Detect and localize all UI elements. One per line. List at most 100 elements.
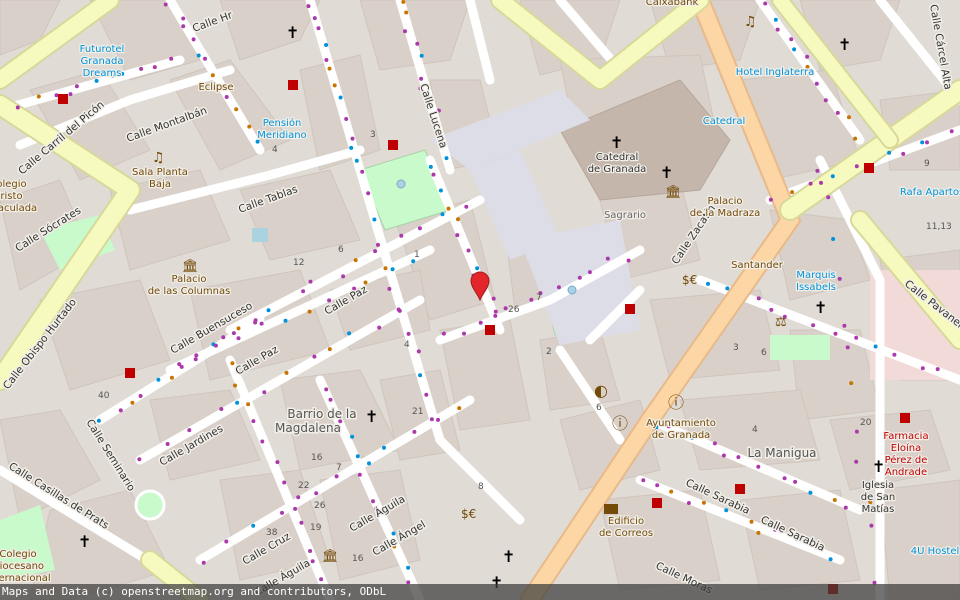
poi-dot bbox=[377, 325, 382, 330]
map-canvas[interactable]: Barrio de la Magdalena La Manigua Calle … bbox=[0, 0, 960, 600]
svg-text:de Granada: de Granada bbox=[588, 164, 647, 175]
poi-dot bbox=[441, 331, 446, 336]
poi-dot bbox=[837, 276, 842, 281]
poi-dot bbox=[316, 26, 321, 31]
poi-dot bbox=[887, 150, 892, 155]
poi-dot bbox=[275, 460, 280, 465]
poi-dot bbox=[390, 267, 395, 272]
poi-dot bbox=[363, 280, 368, 285]
music-icon: ♫ bbox=[744, 14, 757, 30]
poi-dot bbox=[686, 501, 691, 505]
poi-dot bbox=[831, 237, 836, 241]
svg-text:Pérez de: Pérez de bbox=[885, 454, 928, 466]
poi-label-palacio-madraza: Palacio bbox=[707, 196, 742, 207]
poi-dot bbox=[462, 331, 466, 336]
poi-dot bbox=[327, 66, 332, 71]
poi-dot bbox=[892, 352, 897, 357]
poi-dot bbox=[360, 169, 365, 174]
poi-dot bbox=[344, 117, 349, 121]
poi-dot bbox=[920, 140, 925, 145]
poi-dot bbox=[357, 472, 362, 477]
house-number: 1 bbox=[414, 250, 420, 260]
poi-dot bbox=[284, 370, 289, 375]
poi-dot bbox=[310, 559, 315, 564]
house-number: 16 bbox=[311, 453, 323, 463]
house-number: 21 bbox=[412, 407, 423, 417]
poi-dot bbox=[308, 549, 313, 553]
poi-dot bbox=[404, 10, 409, 15]
poi-dot bbox=[935, 367, 940, 372]
map-svg[interactable]: Barrio de la Magdalena La Manigua Calle … bbox=[0, 0, 960, 600]
poi-dot bbox=[328, 397, 333, 402]
poi-dot bbox=[792, 47, 797, 52]
svg-text:Internacional: Internacional bbox=[0, 573, 51, 584]
poi-dot bbox=[355, 454, 360, 459]
poi-label-futurotel: Futurotel bbox=[80, 44, 125, 55]
poi-dot bbox=[424, 392, 429, 397]
poi-dot bbox=[319, 577, 324, 582]
poi-dot bbox=[808, 181, 813, 186]
poi-label-marquis: Marquis bbox=[796, 270, 835, 281]
poi-dot bbox=[706, 281, 710, 286]
poi-dot bbox=[721, 453, 726, 458]
poi-dot bbox=[350, 434, 355, 439]
poi-dot bbox=[187, 428, 192, 433]
poi-dot bbox=[251, 523, 256, 528]
poi-dot bbox=[296, 495, 301, 500]
poi-dot bbox=[181, 16, 186, 21]
poi-dot bbox=[138, 394, 143, 398]
poi-dot bbox=[529, 297, 534, 302]
poi-dot bbox=[436, 417, 440, 422]
house-number: 40 bbox=[98, 391, 110, 401]
poi-dot bbox=[775, 27, 780, 32]
house-number: 19 bbox=[310, 523, 322, 533]
map-attribution[interactable]: Maps and Data (c) openstreetmap.org and … bbox=[0, 584, 960, 600]
poi-dot bbox=[163, 2, 168, 7]
poi-dot bbox=[769, 307, 774, 312]
house-number: 22 bbox=[298, 481, 309, 491]
poi-label-sagrario: Sagrario bbox=[604, 210, 646, 221]
poi-dot bbox=[293, 506, 298, 511]
house-number: 6 bbox=[761, 348, 767, 358]
poi-dot bbox=[235, 400, 240, 405]
poi-dot bbox=[372, 217, 377, 222]
poi-dot bbox=[756, 530, 761, 535]
poi-dot bbox=[444, 156, 449, 161]
poi-dot bbox=[406, 331, 411, 336]
house-number: 12 bbox=[293, 258, 304, 268]
poi-dot bbox=[854, 335, 859, 340]
pharmacy-icon bbox=[58, 94, 68, 104]
poi-dot bbox=[605, 256, 610, 261]
church-icon: ✝ bbox=[814, 298, 827, 317]
poi-dot bbox=[221, 335, 226, 340]
poi-dot bbox=[193, 357, 198, 362]
svg-text:Matías: Matías bbox=[862, 503, 895, 515]
money-icon: $€ bbox=[682, 273, 697, 287]
poi-dot bbox=[130, 400, 135, 405]
poi-dot bbox=[332, 83, 337, 88]
poi-dot bbox=[236, 326, 241, 331]
poi-dot bbox=[419, 53, 424, 58]
svg-text:de San: de San bbox=[861, 492, 896, 503]
poi-dot bbox=[835, 110, 840, 115]
music-icon: ♫ bbox=[152, 150, 165, 166]
poi-dot bbox=[417, 226, 422, 231]
poi-dot bbox=[429, 417, 434, 422]
poi-dot bbox=[849, 381, 854, 386]
svg-text:Cristo: Cristo bbox=[0, 191, 23, 202]
poi-dot bbox=[843, 505, 848, 510]
poi-label-ayuntamiento: Ayuntamiento bbox=[646, 418, 716, 429]
poi-dot bbox=[920, 366, 925, 371]
svg-text:de las Columnas: de las Columnas bbox=[148, 286, 231, 297]
poi-dot bbox=[353, 258, 358, 263]
poi-dot bbox=[793, 479, 798, 484]
poi-dot bbox=[491, 296, 496, 301]
house-number: 26 bbox=[508, 305, 520, 315]
poi-dot bbox=[814, 81, 819, 86]
poi-dot bbox=[327, 347, 332, 352]
poi-dot bbox=[832, 498, 837, 502]
poi-dot bbox=[478, 320, 483, 325]
poi-dot bbox=[94, 78, 99, 83]
poi-dot bbox=[431, 172, 436, 177]
house-number: 20 bbox=[860, 418, 872, 428]
